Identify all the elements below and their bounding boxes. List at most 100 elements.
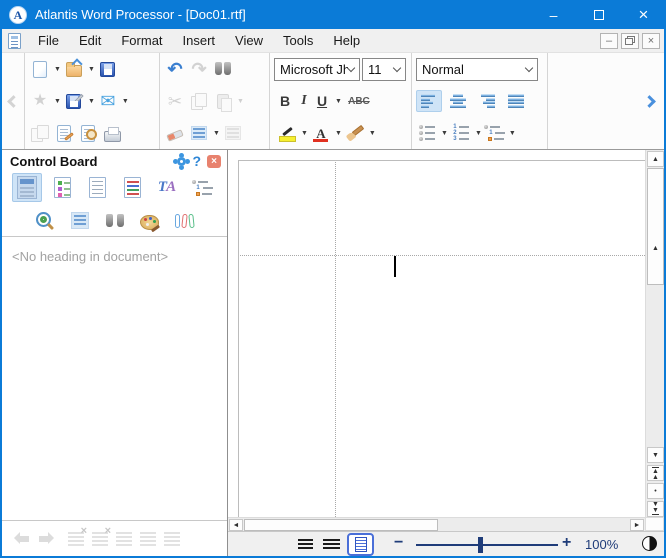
paragraph-tool-button[interactable]: [65, 206, 95, 235]
help-icon[interactable]: ?: [192, 153, 201, 169]
format-painter-dropdown[interactable]: ▼: [369, 130, 376, 137]
underline-dropdown[interactable]: ▼: [335, 98, 342, 105]
previous-page-button[interactable]: ▲▲: [647, 465, 664, 481]
close-panel-icon[interactable]: ×: [207, 155, 221, 168]
email-dropdown[interactable]: ▼: [122, 98, 129, 105]
paragraph-format-button[interactable]: [188, 120, 210, 146]
open-button[interactable]: [63, 56, 85, 82]
gear-icon[interactable]: [177, 157, 186, 166]
save-button[interactable]: [97, 56, 119, 82]
menu-item-insert[interactable]: Insert: [173, 31, 226, 50]
zoom-slider[interactable]: [416, 544, 558, 546]
align-center-button[interactable]: [445, 90, 471, 112]
zoom-in-button[interactable]: +: [562, 534, 571, 552]
italic-button[interactable]: I: [298, 88, 310, 114]
copy-button[interactable]: [188, 88, 210, 114]
bullet-list-button[interactable]: [416, 120, 438, 146]
numbering-view-button[interactable]: 1: [187, 173, 217, 202]
strikethrough-button[interactable]: ABC: [348, 88, 370, 114]
font-size-select[interactable]: 11: [362, 58, 406, 81]
font-name-select[interactable]: Microsoft Jh: [274, 58, 360, 81]
scroll-up-button[interactable]: ▲: [647, 151, 664, 167]
find-tool-button[interactable]: [100, 206, 130, 235]
delete-subheadings-button[interactable]: [92, 532, 108, 546]
menu-item-edit[interactable]: Edit: [69, 31, 111, 50]
fields-view-button[interactable]: [82, 173, 112, 202]
align-right-button[interactable]: [474, 90, 500, 112]
menu-item-help[interactable]: Help: [323, 31, 370, 50]
redo-button[interactable]: ↷: [188, 56, 210, 82]
font-color-button[interactable]: A: [310, 120, 332, 146]
colors-tool-button[interactable]: [135, 206, 165, 235]
underline-button[interactable]: U: [316, 88, 328, 114]
demote-heading-button[interactable]: [116, 532, 132, 546]
save-as-button[interactable]: [63, 88, 85, 114]
mdi-close-button[interactable]: ×: [642, 33, 660, 49]
align-justify-button[interactable]: [503, 90, 529, 112]
open-dropdown[interactable]: ▼: [88, 66, 95, 73]
web-view-button[interactable]: [323, 539, 340, 550]
next-page-button[interactable]: ▼▼: [647, 501, 664, 517]
scroll-right-button[interactable]: ►: [630, 519, 644, 531]
contrast-toggle-button[interactable]: [642, 536, 657, 551]
select-heading-button[interactable]: [140, 532, 156, 546]
draft-view-button[interactable]: [298, 539, 313, 550]
documents-panel-button[interactable]: [29, 120, 51, 146]
mdi-restore-button[interactable]: [621, 33, 639, 49]
new-document-dropdown[interactable]: ▼: [54, 66, 61, 73]
vscroll-thumb[interactable]: ▲: [647, 168, 664, 285]
toolbar-overflow-left[interactable]: [2, 53, 25, 149]
menu-item-view[interactable]: View: [225, 31, 273, 50]
menu-item-tools[interactable]: Tools: [273, 31, 323, 50]
bullet-list-dropdown[interactable]: ▼: [441, 130, 448, 137]
vertical-scrollbar[interactable]: ▲ ▲ ▼ ▲▲ • ▼▼: [645, 150, 664, 531]
hscroll-thumb[interactable]: [244, 519, 438, 531]
paste-button[interactable]: [212, 88, 234, 114]
style-select[interactable]: Normal: [416, 58, 538, 81]
styles-view-button[interactable]: [47, 173, 77, 202]
scroll-down-button[interactable]: ▼: [647, 447, 664, 463]
highlight-dropdown[interactable]: ▼: [301, 130, 308, 137]
undo-button[interactable]: ↶: [164, 56, 186, 82]
print-layout-view-button[interactable]: [347, 533, 374, 556]
font-color-dropdown[interactable]: ▼: [335, 130, 342, 137]
print-button[interactable]: [101, 120, 123, 146]
clear-formatting-button[interactable]: [164, 120, 186, 146]
formatting-view-button[interactable]: [117, 173, 147, 202]
numbered-list-button[interactable]: 1 2 3: [450, 120, 472, 146]
paste-dropdown[interactable]: ▼: [237, 98, 244, 105]
highlight-button[interactable]: [276, 120, 298, 146]
paste-special-button[interactable]: [222, 120, 244, 146]
multilevel-list-dropdown[interactable]: ▼: [509, 130, 516, 137]
delete-heading-button[interactable]: [68, 532, 84, 546]
fonts-view-button[interactable]: TA: [152, 173, 182, 202]
bold-button[interactable]: B: [278, 88, 292, 114]
minimize-button[interactable]: –: [531, 0, 576, 29]
forward-button[interactable]: [38, 532, 60, 545]
maximize-button[interactable]: [576, 0, 621, 29]
print-preview-button[interactable]: [77, 120, 99, 146]
format-painter-button[interactable]: [344, 120, 366, 146]
multilevel-list-button[interactable]: 1: [484, 120, 506, 146]
zoom-out-button[interactable]: −: [394, 534, 403, 552]
find-button[interactable]: [212, 56, 234, 82]
favorites-button[interactable]: ★: [29, 88, 51, 114]
menu-item-file[interactable]: File: [28, 31, 69, 50]
clips-tool-button[interactable]: [170, 206, 200, 235]
headings-view-button[interactable]: [12, 173, 42, 202]
zoom-tool-button[interactable]: [30, 206, 60, 235]
toolbar-overflow-right[interactable]: [634, 53, 664, 149]
mdi-minimize-button[interactable]: –: [600, 33, 618, 49]
favorites-dropdown[interactable]: ▼: [54, 98, 61, 105]
align-left-button[interactable]: [416, 90, 442, 112]
save-as-dropdown[interactable]: ▼: [88, 98, 95, 105]
horizontal-scrollbar[interactable]: ◄ ►: [228, 517, 645, 531]
numbered-list-dropdown[interactable]: ▼: [475, 130, 482, 137]
new-document-button[interactable]: [29, 56, 51, 82]
document-options-button[interactable]: [53, 120, 75, 146]
menu-item-format[interactable]: Format: [111, 31, 172, 50]
document-system-icon[interactable]: [8, 33, 21, 49]
email-button[interactable]: ✉: [97, 88, 119, 114]
scroll-left-button[interactable]: ◄: [229, 519, 243, 531]
cut-button[interactable]: ✂: [164, 88, 186, 114]
